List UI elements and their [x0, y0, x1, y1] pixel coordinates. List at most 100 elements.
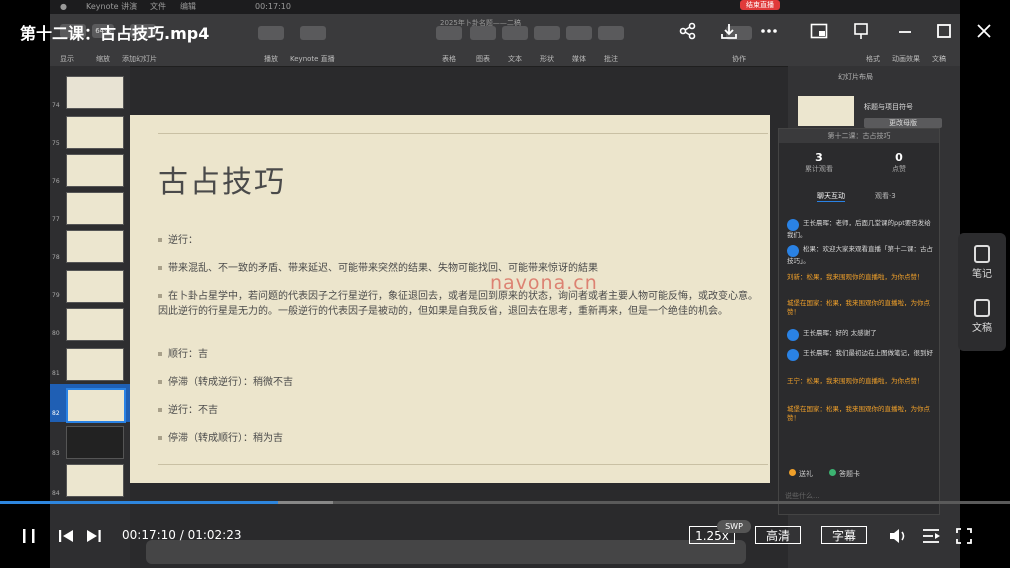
likes-stat: 0 点赞 [859, 151, 939, 174]
slide-number: 84 [52, 490, 60, 497]
chat-title: 第十二课：古占技巧 [779, 129, 939, 143]
slide-thumbnail [66, 116, 124, 149]
chat-input: 说些什么... [785, 492, 820, 500]
live-end-chip: 结束直播 [740, 0, 780, 10]
doc-label: 文稿 [972, 323, 992, 334]
slide-bullet: 停滞（转成顺行）：稍为吉 [158, 431, 758, 446]
duration: 01:02:23 [187, 528, 242, 542]
slide-thumbnail [66, 348, 124, 381]
slide-bullet: 逆行：不吉 [158, 403, 758, 418]
views-label: 累计观看 [805, 165, 833, 173]
side-tool-panel: 笔记 文稿 [958, 233, 1006, 351]
close-icon[interactable] [975, 22, 993, 44]
slide-bullet: 顺行：吉 [158, 347, 758, 362]
slide-thumbnail [66, 426, 124, 459]
menubar-file: 文件 [150, 2, 166, 11]
gift-icon [789, 469, 796, 476]
picture-in-picture-icon[interactable] [810, 22, 828, 44]
slide-number: 75 [52, 140, 60, 147]
slide-bullet: 带来混乱、不一致的矛盾、带来延迟、可能带来突然的结果、失物可能找回、可能带来惊讶… [158, 261, 758, 276]
avatar [787, 219, 799, 231]
slide-divider [158, 133, 768, 134]
swp-badge: SWP [717, 520, 751, 533]
next-button[interactable] [85, 527, 103, 549]
toolbar-label-document: 文稿 [932, 55, 946, 63]
avatar [787, 329, 799, 341]
mac-menubar: ● Keynote 讲演 文件 编辑 00:17:10 结束直播 [50, 0, 960, 14]
toolbar-label-zoom: 缩放 [96, 55, 110, 63]
slide-number: 78 [52, 254, 60, 261]
share-icon[interactable] [679, 22, 697, 44]
chat-tabs: 聊天互动 观看·3 [779, 191, 939, 207]
mac-dock [146, 540, 746, 564]
toolbar-label-table: 表格 [442, 55, 456, 63]
slide-number: 76 [52, 178, 60, 185]
previous-button[interactable] [57, 527, 75, 549]
slide-bullet: 逆行： [158, 233, 758, 248]
chat-message: 松果：欢迎大家来观看直播「第十二课：古占技巧」。 [787, 245, 933, 265]
slide-title: 古占技巧 [158, 165, 286, 200]
maximize-icon[interactable] [935, 22, 953, 44]
apple-icon: ● [60, 2, 67, 11]
slide-number: 82 [52, 410, 60, 417]
toolbar-label-animate: 动画效果 [892, 55, 920, 63]
notes-button[interactable]: 笔记 [958, 245, 1006, 280]
toolbar-label-comment: 批注 [604, 55, 618, 63]
slide-number: 74 [52, 102, 60, 109]
toolbar-label-collab: 协作 [732, 55, 746, 63]
toolbar-label-add-slide: 添加幻灯片 [122, 55, 157, 63]
playlist-icon[interactable] [921, 527, 941, 549]
slide-number: 79 [52, 292, 60, 299]
change-master-button: 更改母版 [864, 118, 942, 128]
slide-bullet: 在卜卦占星学中，若问题的代表因子之行星逆行，象征退回去，或者是回到原来的状态，询… [158, 291, 758, 317]
slide-divider [158, 464, 768, 465]
avatar [787, 349, 799, 361]
quality-button[interactable]: 高清 [755, 526, 801, 544]
slide-thumbnail [66, 154, 124, 187]
site-watermark: navona.cn [490, 272, 598, 294]
minimize-icon[interactable] [896, 22, 914, 44]
media-button [566, 26, 592, 40]
toolbar-label-media: 媒体 [572, 55, 586, 63]
chat-message: 王长晨晖：老师，后面几堂课的ppt要否发给我们。 [787, 219, 931, 239]
slide-number: 77 [52, 216, 60, 223]
subtitle-button[interactable]: 字幕 [821, 526, 867, 544]
tab-chat: 聊天互动 [817, 192, 845, 202]
slide-thumbnail-selected [66, 388, 126, 423]
slide-number: 81 [52, 370, 60, 377]
chat-message: 王宁：松果，我来围观你的直播啦，为你点赞！ [787, 377, 924, 385]
answer-card-button: 答题卡 [829, 469, 860, 479]
pause-button[interactable] [20, 527, 38, 549]
slide-number: 83 [52, 450, 60, 457]
slide-number: 80 [52, 330, 60, 337]
pin-icon[interactable] [852, 22, 870, 44]
doc-button[interactable]: 文稿 [958, 299, 1006, 334]
inspector-title: 幻灯片布局 [838, 73, 873, 81]
table-button [436, 26, 462, 40]
views-stat: 3 累计观看 [779, 151, 859, 174]
download-icon[interactable] [720, 22, 738, 44]
chat-message: 城堡在国家：松果，我来围观你的直播啦，为你点赞！ [787, 299, 930, 316]
toolbar-label-shape: 形状 [540, 55, 554, 63]
more-icon[interactable] [760, 22, 778, 44]
menubar-rec-time: 00:17:10 [255, 2, 291, 11]
notes-label: 笔记 [972, 269, 992, 280]
toolbar-label-format: 格式 [866, 55, 880, 63]
fullscreen-icon[interactable] [955, 527, 973, 549]
slide-bullet: 停滞（转成逆行）：稍微不吉 [158, 375, 758, 390]
slide-thumbnail [66, 308, 124, 341]
layout-preview [798, 96, 854, 126]
doc-icon [974, 299, 990, 317]
text-button [502, 26, 528, 40]
slide-canvas: 古占技巧 逆行： 带来混乱、不一致的矛盾、带来延迟、可能带来突然的结果、失物可能… [130, 115, 770, 483]
slide-navigator: 74 75 76 77 78 79 80 81 82 83 84 [50, 66, 130, 568]
chart-button [470, 26, 496, 40]
menubar-edit: 编辑 [180, 2, 196, 11]
time-separator: / [175, 528, 188, 542]
menubar-app: Keynote 讲演 [86, 2, 138, 11]
slide-thumbnail [66, 230, 124, 263]
chat-message: 王长晨晖：我们最初边在上图做笔记，很到好 [787, 349, 935, 361]
toolbar-label-view: 显示 [60, 55, 74, 63]
volume-icon[interactable] [888, 526, 908, 550]
layout-name: 标题与项目符号 [864, 103, 913, 111]
